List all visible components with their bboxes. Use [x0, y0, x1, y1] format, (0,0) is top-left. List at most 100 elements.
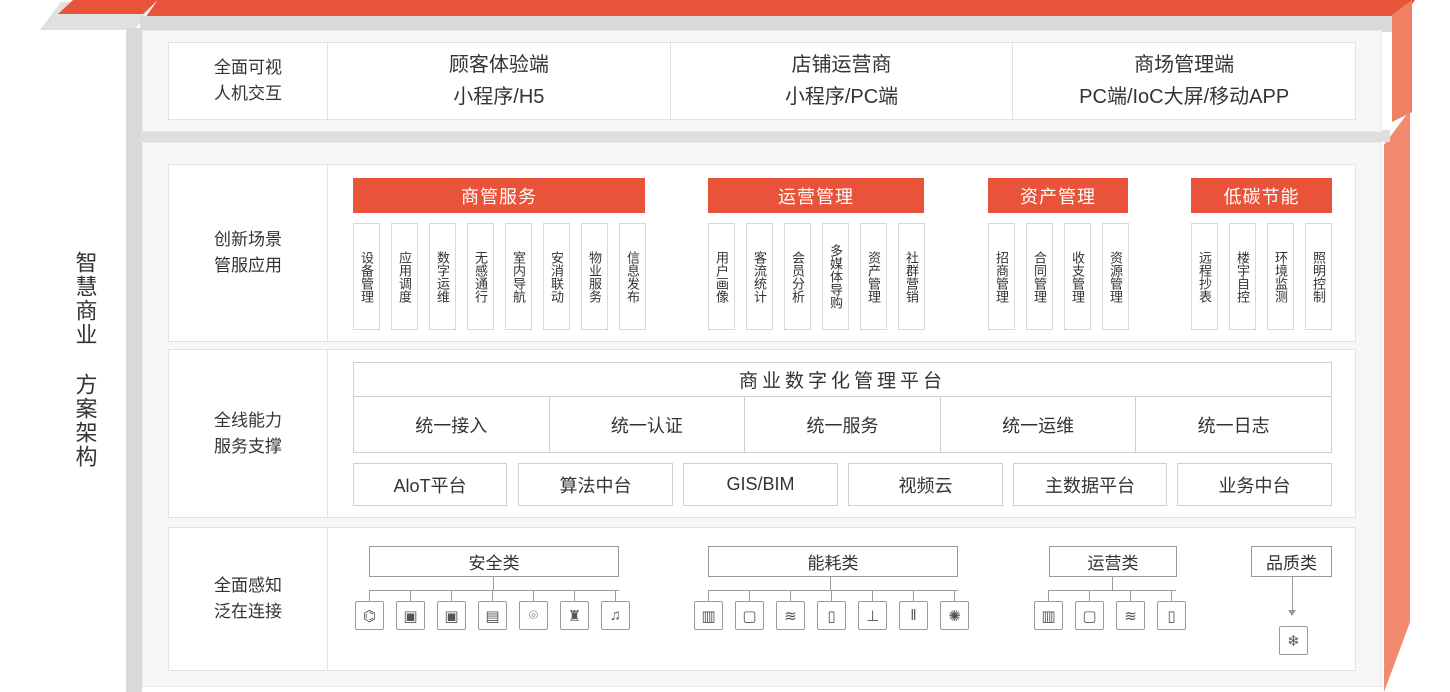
unified-access: 统一接入	[354, 397, 550, 452]
right-pillar-top	[1392, 0, 1412, 122]
group-title-low-carbon: 低碳节能	[1191, 178, 1332, 213]
connector	[708, 590, 709, 601]
connector	[831, 590, 832, 601]
water-meter-icon: ▢	[735, 601, 764, 630]
connector	[533, 590, 534, 601]
right-pillar	[1384, 110, 1410, 692]
electric-meter-icon: ▥	[694, 601, 723, 630]
meter-icon: ▥	[1034, 601, 1063, 630]
layer-label-perception: 全面感知 泛在连接	[168, 527, 328, 671]
client-mall-platform: PC端/IoC大屏/移动APP	[1079, 86, 1290, 108]
client-store: 店铺运营商 小程序/PC端	[671, 43, 1014, 119]
unified-auth: 统一认证	[550, 397, 746, 452]
layer-label-scenario: 创新场景 管服应用	[168, 164, 328, 342]
connector	[790, 590, 791, 601]
unified-service: 统一服务	[745, 397, 941, 452]
scenario-item: 合同管理	[1026, 223, 1053, 330]
connector	[1048, 590, 1176, 591]
alarm-bell-icon: ♫	[601, 601, 630, 630]
scenario-item: 多媒体导购	[822, 223, 849, 330]
connector	[1089, 590, 1090, 601]
connector	[1292, 577, 1293, 613]
temperature-humidity-icon: ❄	[1279, 626, 1308, 655]
side-title-line1: 智慧商业	[72, 251, 98, 347]
light-sensor-icon: ✺	[940, 601, 969, 630]
connector	[954, 590, 955, 601]
fire-hydrant-icon: ♜	[560, 601, 589, 630]
scenario-item: 资产管理	[860, 223, 887, 330]
camera-icon: ⌬	[355, 601, 384, 630]
connector	[1112, 577, 1113, 590]
scenario-item: 收支管理	[1064, 223, 1091, 330]
connector	[749, 590, 750, 601]
unified-row: 统一接入 统一认证 统一服务 统一运维 统一日志	[353, 396, 1332, 453]
screen-icon: ▢	[1075, 601, 1104, 630]
air-conditioner-icon: ≋	[776, 601, 805, 630]
middle-aiot: AloT平台	[353, 463, 507, 506]
connector	[369, 590, 370, 601]
scenario-item: 客流统计	[746, 223, 773, 330]
layer-label-interaction: 全面可视 人机交互	[168, 42, 328, 120]
valve-icon: ⊥	[858, 601, 887, 630]
connector	[1130, 590, 1131, 601]
connector	[574, 590, 575, 601]
group-title-asset: 资产管理	[988, 178, 1128, 213]
category-operation: 运营类	[1049, 546, 1177, 577]
middle-video-cloud: 视频云	[848, 463, 1003, 506]
socket-icon: ▯	[1157, 601, 1186, 630]
layer-label-capability: 全线能力 服务支撑	[168, 349, 328, 518]
scenario-item: 室内导航	[505, 223, 532, 330]
side-title-line2: 方案架构	[72, 373, 98, 469]
platform-title: 商业数字化管理平台	[353, 362, 1332, 397]
top-beam-left-red	[58, 0, 158, 14]
middle-master-data: 主数据平台	[1013, 463, 1167, 506]
arrow-down-icon	[1288, 610, 1296, 616]
scenario-item: 设备管理	[353, 223, 380, 330]
connector	[451, 590, 452, 601]
category-energy: 能耗类	[708, 546, 958, 577]
group-title-operation: 运营管理	[708, 178, 924, 213]
scenario-item: 会员分析	[784, 223, 811, 330]
top-clients: 顾客体验端 小程序/H5 店铺运营商 小程序/PC端 商场管理端 PC端/IoC…	[327, 42, 1356, 120]
connector	[1048, 590, 1049, 601]
category-safety: 安全类	[369, 546, 619, 577]
connector	[615, 590, 616, 601]
scenario-item: 社群营销	[898, 223, 925, 330]
client-mall-title: 商场管理端	[1134, 54, 1235, 76]
unified-log: 统一日志	[1197, 415, 1270, 436]
connector	[830, 577, 831, 590]
side-title: 智慧商业 方案架构	[60, 215, 110, 505]
distribution-cabinet-icon: ‖	[899, 601, 928, 630]
fire-panel-icon: ▤	[478, 601, 507, 630]
scenario-item: 楼宇自控	[1229, 223, 1256, 330]
middle-gis-bim: GIS/BIM	[683, 463, 838, 506]
connector	[369, 590, 619, 591]
location-icon: ⌾	[519, 601, 548, 630]
middle-algorithm: 算法中台	[518, 463, 673, 506]
middle-business: 业务中台	[1177, 463, 1332, 506]
connector	[492, 590, 493, 601]
scenario-item: 环境监测	[1267, 223, 1294, 330]
power-socket-icon: ▯	[817, 601, 846, 630]
access-card-icon: ▣	[396, 601, 425, 630]
scenario-item: 物业服务	[581, 223, 608, 330]
connector	[1171, 590, 1172, 601]
scenario-item: 应用调度	[391, 223, 418, 330]
group-title-mall-service: 商管服务	[353, 178, 645, 213]
connector	[872, 590, 873, 601]
scenario-item: 安消联动	[543, 223, 570, 330]
client-customer: 顾客体验端 小程序/H5	[328, 43, 671, 119]
connector	[708, 590, 958, 591]
scenario-item: 招商管理	[988, 223, 1015, 330]
left-pillar	[126, 28, 142, 692]
air-conditioner-icon: ≋	[1116, 601, 1145, 630]
scenario-item: 数字运维	[429, 223, 456, 330]
scenario-item: 用户画像	[708, 223, 735, 330]
client-customer-title: 顾客体验端	[448, 54, 549, 76]
connector	[493, 577, 494, 590]
door-lock-icon: ▣	[437, 601, 466, 630]
category-quality: 品质类	[1251, 546, 1332, 577]
client-mall: 商场管理端 PC端/IoC大屏/移动APP	[1013, 43, 1355, 119]
unified-ops: 统一运维	[941, 397, 1137, 452]
client-store-title: 店铺运营商	[791, 54, 892, 76]
